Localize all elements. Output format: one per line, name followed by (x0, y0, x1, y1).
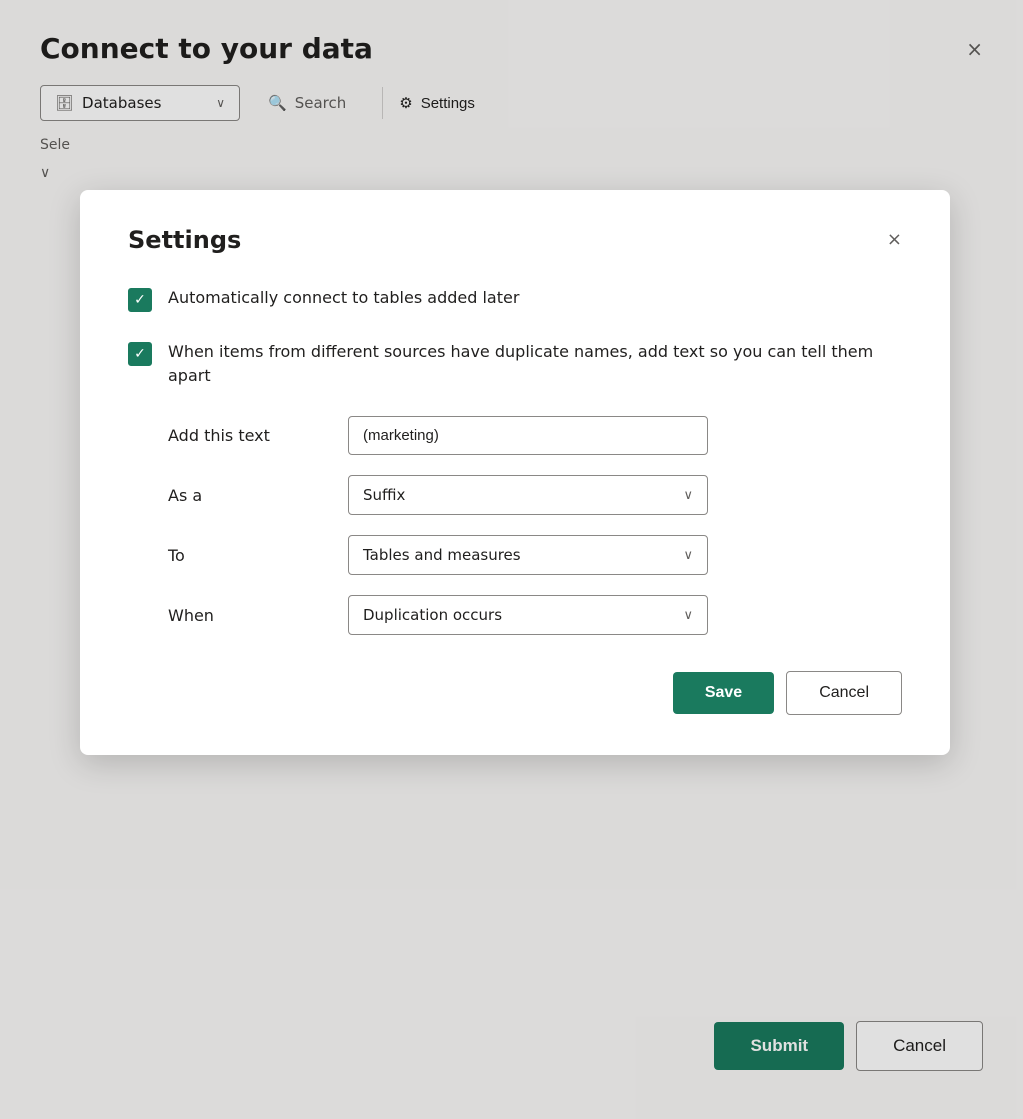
when-label: When (128, 606, 348, 625)
checkmark-icon: ✓ (134, 292, 146, 308)
settings-modal: Settings × ✓ Automatically connect to ta… (80, 190, 950, 755)
form-row-as-a: As a Suffix ∨ (128, 475, 902, 515)
checkbox-auto-connect-box[interactable]: ✓ (128, 288, 152, 312)
checkbox-auto-connect-label: Automatically connect to tables added la… (168, 286, 519, 310)
modal-header: Settings × (128, 226, 902, 254)
as-a-select[interactable]: Suffix ∨ (348, 475, 708, 515)
save-button[interactable]: Save (673, 672, 774, 714)
form-row-to: To Tables and measures ∨ (128, 535, 902, 575)
when-select[interactable]: Duplication occurs ∨ (348, 595, 708, 635)
checkbox-duplicate-names-box[interactable]: ✓ (128, 342, 152, 366)
add-text-input[interactable] (348, 416, 708, 455)
checkbox-duplicate-names-label: When items from different sources have d… (168, 340, 902, 388)
add-text-label: Add this text (128, 426, 348, 445)
modal-actions: Save Cancel (128, 671, 902, 715)
form-section: Add this text As a Suffix ∨ To Tables an… (128, 416, 902, 635)
modal-title: Settings (128, 226, 241, 254)
form-row-add-text: Add this text (128, 416, 902, 455)
when-chevron-icon: ∨ (683, 608, 693, 623)
to-select[interactable]: Tables and measures ∨ (348, 535, 708, 575)
checkbox-auto-connect: ✓ Automatically connect to tables added … (128, 286, 902, 312)
to-value: Tables and measures (363, 546, 521, 564)
checkmark2-icon: ✓ (134, 346, 146, 362)
when-value: Duplication occurs (363, 606, 502, 624)
as-a-chevron-icon: ∨ (683, 488, 693, 503)
modal-cancel-button[interactable]: Cancel (786, 671, 902, 715)
modal-close-icon[interactable]: × (887, 231, 902, 249)
as-a-label: As a (128, 486, 348, 505)
to-chevron-icon: ∨ (683, 548, 693, 563)
to-label: To (128, 546, 348, 565)
page-background: Connect to your data × 🗄 Databases ∨ 🔍 S… (0, 0, 1023, 1119)
as-a-value: Suffix (363, 486, 405, 504)
checkbox-duplicate-names: ✓ When items from different sources have… (128, 340, 902, 388)
form-row-when: When Duplication occurs ∨ (128, 595, 902, 635)
